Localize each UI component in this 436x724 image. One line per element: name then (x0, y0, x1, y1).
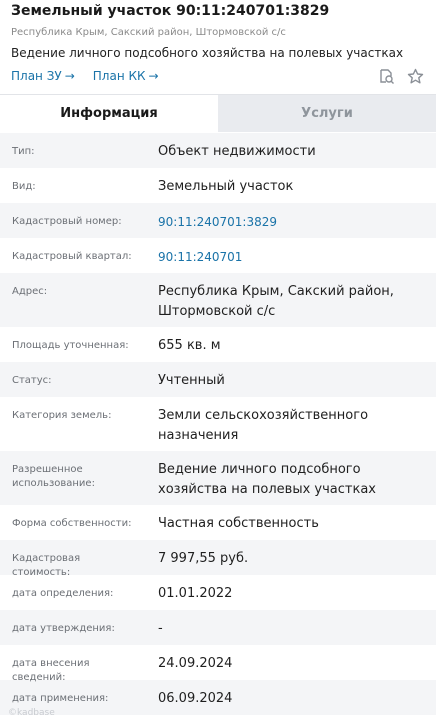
object-usage: Ведение личного подсобного хозяйства на … (11, 46, 404, 60)
table-row: Площадь уточненная: 655 кв. м (0, 327, 436, 362)
table-row: Вид: Земельный участок (0, 168, 436, 203)
table-row: Кадастровый квартал: 90:11:240701 (0, 238, 436, 273)
row-label: Кадастровая стоимость: (12, 553, 81, 578)
row-value: Республика Крым, Сакский район, Штормовс… (158, 284, 394, 319)
row-value: 655 кв. м (158, 338, 221, 353)
row-label: Вид: (12, 181, 36, 192)
object-title: Земельный участок 90:11:240701:3829 (11, 3, 330, 19)
plan-links: План ЗУ → План КК → (11, 68, 426, 84)
row-label: Площадь уточненная: (12, 340, 129, 351)
table-row: Форма собственности: Частная собственнос… (0, 505, 436, 540)
row-value: Частная собственность (158, 516, 319, 531)
row-label: Адрес: (12, 286, 48, 297)
table-row: Кадастровая стоимость: 7 997,55 руб. (0, 540, 436, 578)
row-value: Учтенный (158, 373, 225, 388)
watermark: ©kadbase (8, 708, 55, 718)
table-row: Адрес: Республика Крым, Сакский район, Ш… (0, 273, 436, 327)
row-label: дата применения: (12, 693, 109, 704)
row-value: 01.01.2022 (158, 586, 233, 601)
tab-bar: Информация Услуги (0, 94, 436, 132)
row-label: дата определения: (12, 588, 114, 599)
row-value: Земли сельскохозяйственного назначения (158, 408, 369, 443)
star-icon[interactable] (407, 68, 424, 85)
search-document-icon[interactable] (378, 68, 395, 85)
row-label: Тип: (12, 146, 35, 157)
arrow-right-icon: → (148, 69, 159, 83)
table-row: дата применения: 06.09.2024 (0, 680, 436, 715)
header-actions (378, 68, 424, 85)
plan-zu-label: План ЗУ (11, 69, 62, 83)
row-label: Категория земель: (12, 410, 112, 421)
table-row: дата утверждения: - (0, 610, 436, 645)
table-row: Кадастровый номер: 90:11:240701:3829 (0, 203, 436, 238)
table-row: дата внесения сведений: 24.09.2024 (0, 645, 436, 683)
table-row: дата определения: 01.01.2022 (0, 575, 436, 610)
row-value: Земельный участок (158, 179, 294, 194)
row-label: Кадастровый квартал: (12, 251, 132, 262)
arrow-right-icon: → (64, 69, 75, 83)
plan-kk-link[interactable]: План КК → (93, 68, 159, 84)
row-label: Статус: (12, 375, 52, 386)
tab-services[interactable]: Услуги (218, 95, 436, 132)
table-row: Категория земель: Земли сельскохозяйстве… (0, 397, 436, 451)
tab-information[interactable]: Информация (0, 95, 218, 132)
row-label: Кадастровый номер: (12, 216, 122, 227)
info-table: Тип: Объект недвижимости Вид: Земельный … (0, 133, 436, 715)
object-subtitle: Республика Крым, Сакский район, Штормовс… (11, 27, 286, 38)
plan-zu-link[interactable]: План ЗУ → (11, 68, 75, 84)
row-value: Объект недвижимости (158, 144, 316, 159)
row-value: - (158, 621, 163, 636)
table-row: Тип: Объект недвижимости (0, 133, 436, 168)
row-value: 7 997,55 руб. (158, 551, 249, 566)
row-label: дата внесения сведений: (12, 658, 90, 683)
row-value: 24.09.2024 (158, 656, 233, 671)
object-header: Земельный участок 90:11:240701:3829 Респ… (0, 0, 436, 94)
row-label: дата утверждения: (12, 623, 115, 634)
row-value: 06.09.2024 (158, 691, 233, 706)
row-value: Ведение личного подсобного хозяйства на … (158, 462, 376, 497)
cadastral-number-link[interactable]: 90:11:240701:3829 (146, 203, 436, 232)
table-row: Статус: Учтенный (0, 362, 436, 397)
cadastral-quarter-link[interactable]: 90:11:240701 (146, 238, 436, 267)
row-label: Разрешенное использование: (12, 464, 95, 489)
row-label: Форма собственности: (12, 518, 132, 529)
plan-kk-label: План КК (92, 69, 146, 83)
table-row: Разрешенное использование: Ведение лично… (0, 451, 436, 505)
